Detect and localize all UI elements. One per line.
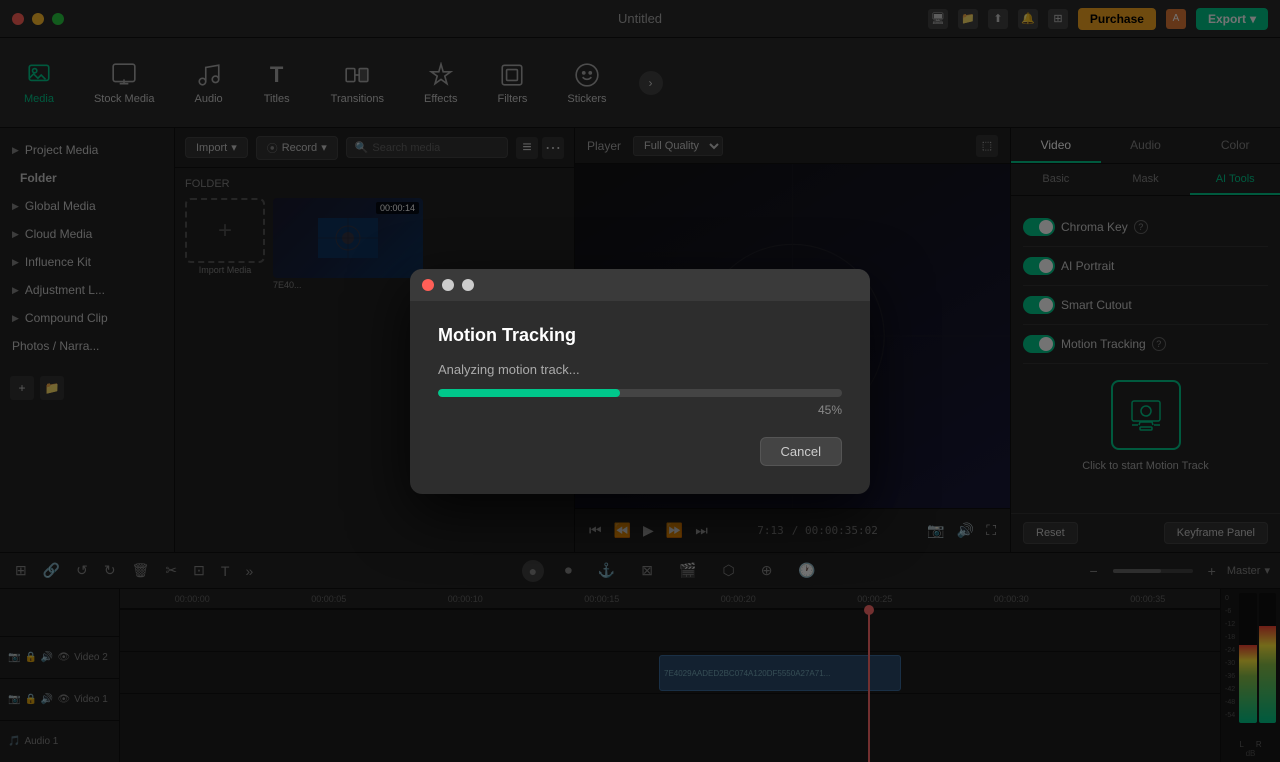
modal-maximize-btn[interactable] <box>462 279 474 291</box>
modal-status: Analyzing motion track... <box>438 362 842 377</box>
cancel-button[interactable]: Cancel <box>760 437 842 466</box>
motion-tracking-modal: Motion Tracking Analyzing motion track..… <box>410 269 870 494</box>
progress-percentage: 45% <box>438 403 842 417</box>
modal-close-btn[interactable] <box>422 279 434 291</box>
progress-bar-background <box>438 389 842 397</box>
modal-titlebar <box>410 269 870 301</box>
modal-body: Motion Tracking Analyzing motion track..… <box>410 301 870 494</box>
modal-minimize-btn[interactable] <box>442 279 454 291</box>
modal-title: Motion Tracking <box>438 325 842 346</box>
modal-overlay: Motion Tracking Analyzing motion track..… <box>0 0 1280 762</box>
progress-bar-fill <box>438 389 620 397</box>
modal-footer: Cancel <box>438 437 842 470</box>
